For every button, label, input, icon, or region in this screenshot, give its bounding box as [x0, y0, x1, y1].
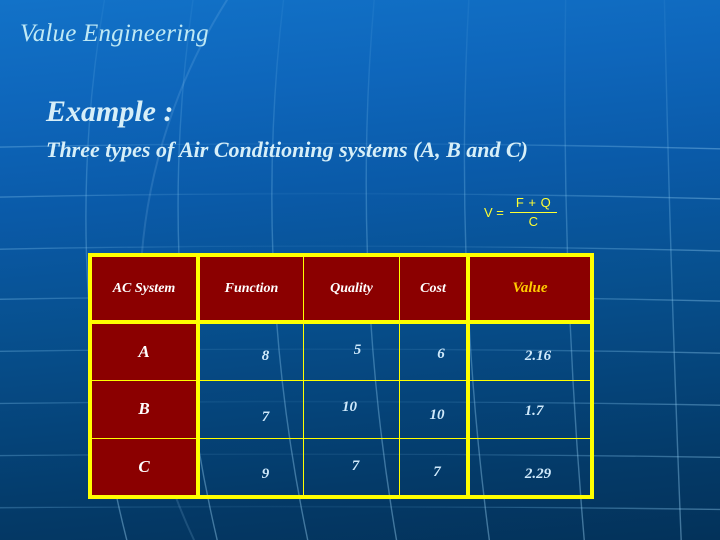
- cell-system: A: [92, 324, 200, 381]
- column-header-cost: Cost: [400, 257, 470, 320]
- cell-cost-text: 6: [437, 345, 445, 362]
- cell-quality-text: 7: [351, 458, 360, 475]
- cell-quality: 7: [304, 438, 400, 495]
- table-row: C 9 7 7 2.29: [92, 437, 590, 495]
- slide-canvas: Value Engineering Example : Three types …: [0, 0, 720, 540]
- cell-function-text: 8: [261, 347, 270, 364]
- example-subtitle: Three types of Air Conditioning systems …: [46, 137, 529, 162]
- value-formula: V = F + Q C: [484, 195, 558, 230]
- column-header-quality: Quality: [304, 257, 400, 320]
- cell-function: 7: [200, 381, 304, 438]
- cell-function: 9: [200, 438, 304, 495]
- column-header-function: Function: [200, 257, 304, 320]
- cell-value-text: 2.16: [524, 347, 552, 364]
- cell-cost: 6: [400, 324, 470, 381]
- cell-cost: 7: [400, 438, 470, 495]
- cell-value: 2.16: [470, 324, 590, 380]
- cell-cost-text: 7: [433, 464, 441, 481]
- cell-function-text: 7: [261, 408, 270, 425]
- formula-fraction: F + Q C: [509, 195, 558, 230]
- cell-system: C: [92, 438, 200, 495]
- cell-function: 8: [200, 324, 304, 381]
- cell-quality: 5: [304, 324, 400, 381]
- table-header-row: AC System Function Quality Cost Value: [92, 257, 590, 324]
- cell-quality-text: 5: [353, 341, 362, 358]
- cell-quality: 10: [304, 381, 400, 438]
- cell-value: 2.29: [470, 439, 590, 495]
- table-row: B 7 10 10 1.7: [92, 380, 590, 438]
- cell-cost: 10: [400, 381, 470, 438]
- slide-title: Value Engineering: [20, 20, 209, 47]
- formula-numerator: F + Q: [515, 195, 552, 210]
- formula-lhs: V =: [484, 205, 504, 221]
- cell-value-text: 1.7: [524, 402, 544, 419]
- column-header-value: Value: [470, 257, 590, 320]
- cell-quality-text: 10: [342, 398, 357, 415]
- ac-system-comparison-table: AC System Function Quality Cost Value A …: [88, 253, 594, 499]
- cell-value-text: 2.29: [524, 466, 552, 483]
- cell-cost-text: 10: [429, 406, 445, 423]
- example-heading: Example :: [46, 95, 174, 128]
- column-header-ac-system: AC System: [92, 257, 200, 320]
- formula-denominator: C: [528, 213, 539, 229]
- cell-function-text: 9: [261, 466, 270, 483]
- cell-value: 1.7: [470, 381, 590, 437]
- table-row: A 8 5 6 2.16: [92, 324, 590, 381]
- cell-system: B: [92, 381, 200, 438]
